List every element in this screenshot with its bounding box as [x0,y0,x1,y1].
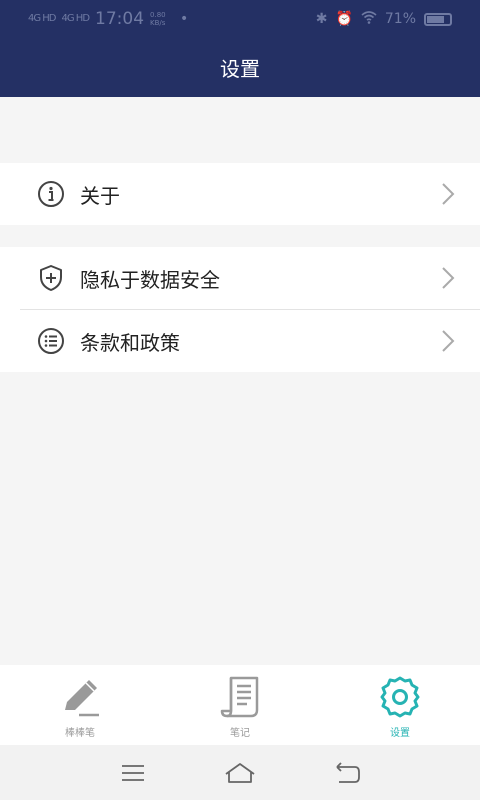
notes-icon [215,672,265,722]
battery-percent: 71% [384,11,416,27]
signal-2: 4G HD [61,13,90,24]
home-button[interactable] [220,758,260,788]
settings-item-about[interactable]: 关于 [0,163,480,225]
tab-settings[interactable]: 设置 [320,665,480,745]
network-speed: 0.80 KB/s [150,11,166,27]
shield-plus-icon [36,263,66,293]
status-right: ✱ ⏰ 71% [315,10,452,28]
notification-dot: • [180,11,189,27]
home-icon [225,762,255,783]
settings-item-label: 隐私于数据安全 [80,267,220,292]
battery-icon [424,12,452,26]
status-time: 17:04 [95,9,145,29]
bottom-tab-bar: 棒棒笔 笔记 设置 [0,665,480,745]
wifi-icon [361,10,377,28]
back-icon [336,761,360,783]
bluetooth-icon: ✱ [315,11,328,27]
tab-pen[interactable]: 棒棒笔 [0,665,160,745]
app-header: 设置 [0,38,480,97]
battery-level [427,15,445,23]
pen-icon [55,672,105,722]
alarm-icon: ⏰ [335,11,353,27]
page-title: 设置 [220,57,260,81]
settings-item-privacy[interactable]: 隐私于数据安全 [0,247,480,309]
info-icon [36,179,66,209]
settings-item-terms[interactable]: 条款和政策 [0,310,480,372]
status-bar: 4G HD 4G HD 17:04 0.80 KB/s • ✱ ⏰ 71% [0,0,480,38]
menu-button[interactable] [113,758,153,788]
settings-group-about: 关于 [0,163,480,225]
tab-notes[interactable]: 笔记 [160,665,320,745]
system-nav-bar [0,745,480,800]
chevron-right-icon [442,330,455,352]
menu-icon [122,764,145,781]
tab-label: 棒棒笔 [65,728,95,739]
settings-item-label: 关于 [80,183,120,208]
chevron-right-icon [442,267,455,289]
settings-group-privacy: 隐私于数据安全 条款和政策 [0,247,480,372]
settings-item-label: 条款和政策 [80,330,180,355]
chevron-right-icon [442,183,455,205]
gear-icon [375,672,425,722]
back-button[interactable] [327,758,367,788]
tab-label: 设置 [390,728,410,739]
list-icon [36,326,66,356]
signal-1: 4G HD [28,13,56,24]
status-left: 4G HD 4G HD 17:04 0.80 KB/s • [28,9,188,29]
tab-label: 笔记 [230,728,250,739]
